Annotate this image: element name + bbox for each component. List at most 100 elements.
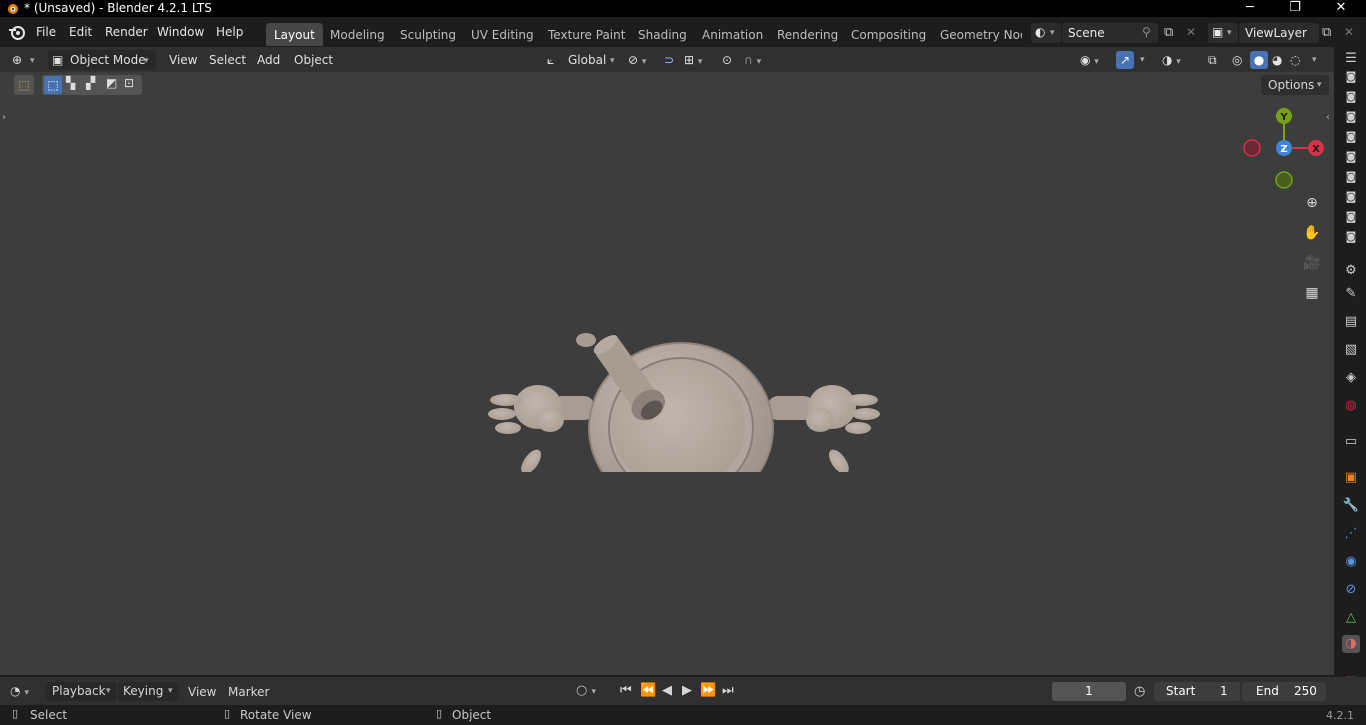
pan-hand-icon[interactable]: ✋: [1300, 222, 1324, 244]
tab-shading[interactable]: Shading: [638, 28, 687, 42]
delete-view-layer-icon[interactable]: ✕: [1344, 25, 1354, 39]
visibility-icon[interactable]: ◉ ▾: [1080, 50, 1099, 70]
xray-toggle-icon[interactable]: ⧉: [1208, 50, 1217, 70]
minimize-button[interactable]: ─: [1227, 0, 1273, 17]
auto-keying-icon[interactable]: ○ ▾: [576, 683, 596, 698]
select-tool-icon[interactable]: ⬚: [14, 75, 34, 95]
chevron-down-icon[interactable]: ▾: [1140, 50, 1145, 70]
end-frame-field[interactable]: End 250: [1242, 682, 1326, 701]
perspective-toggle-icon[interactable]: ▦: [1300, 282, 1324, 304]
delete-scene-icon[interactable]: ✕: [1186, 25, 1196, 39]
tab-geometry-nodes[interactable]: Geometry Node: [940, 28, 1022, 42]
maximize-button[interactable]: ❐: [1272, 0, 1318, 17]
options-dropdown[interactable]: Options ▾: [1261, 75, 1329, 95]
tab-animation[interactable]: Animation: [702, 28, 763, 42]
select-new-icon[interactable]: ⬚: [44, 76, 62, 94]
rendered-shading-icon[interactable]: ◌: [1290, 50, 1300, 70]
preview-range-icon[interactable]: ◷: [1134, 684, 1145, 699]
material-shading-icon[interactable]: ◕: [1272, 50, 1282, 70]
modifier-properties-icon[interactable]: 🔧: [1342, 497, 1360, 515]
overlays-icon[interactable]: ◑ ▾: [1162, 50, 1181, 70]
scene-properties-icon[interactable]: ◍: [1342, 397, 1360, 415]
select-subtract-icon[interactable]: ▞: [86, 76, 95, 90]
physics-properties-icon[interactable]: ◉: [1342, 553, 1360, 571]
blender-menu-icon[interactable]: [8, 24, 26, 40]
editor-type-selector[interactable]: ⊕ ▾: [10, 50, 40, 70]
play-reverse-icon[interactable]: ◀: [662, 683, 672, 698]
current-frame-field[interactable]: 1: [1052, 682, 1126, 701]
3d-model-object[interactable]: [480, 242, 890, 472]
render-visibility-icon[interactable]: ◙: [1342, 148, 1360, 166]
collection-properties-icon[interactable]: ▭: [1342, 433, 1360, 451]
tab-uv-editing[interactable]: UV Editing: [471, 28, 534, 42]
render-visibility-icon[interactable]: ◙: [1342, 208, 1360, 226]
keying-dropdown[interactable]: Keying ▾: [118, 682, 178, 701]
pivot-point-icon[interactable]: ⊘ ▾: [628, 50, 646, 70]
select-invert-icon[interactable]: ◩: [106, 76, 117, 90]
proportional-edit-icon[interactable]: ⊙: [722, 50, 732, 70]
gizmo-neg-y[interactable]: [1275, 171, 1293, 189]
scene-selector[interactable]: ◐ ▾: [1031, 23, 1061, 43]
navigation-gizmo[interactable]: Y X Z: [1236, 102, 1332, 198]
output-properties-icon[interactable]: ▧: [1342, 341, 1360, 359]
render-visibility-icon[interactable]: ◙: [1342, 108, 1360, 126]
outliner-icon[interactable]: ☰: [1342, 50, 1360, 68]
new-scene-icon[interactable]: ⧉: [1164, 25, 1173, 40]
solid-shading-icon[interactable]: ●: [1250, 51, 1268, 69]
jump-to-prev-keyframe-icon[interactable]: ⏪: [640, 683, 656, 698]
render-visibility-icon[interactable]: ◙: [1342, 188, 1360, 206]
render-visibility-icon[interactable]: ◙: [1342, 228, 1360, 246]
menu-edit[interactable]: Edit: [69, 25, 92, 39]
snap-target-icon[interactable]: ⊞ ▾: [684, 50, 702, 70]
properties-editor-icon[interactable]: ⚙: [1342, 262, 1360, 280]
select-intersect-icon[interactable]: ⊡: [124, 76, 134, 90]
menu-render[interactable]: Render: [105, 25, 148, 39]
tab-rendering[interactable]: Rendering: [777, 28, 838, 42]
falloff-icon[interactable]: ∩ ▾: [744, 50, 761, 70]
play-icon[interactable]: ▶: [682, 683, 692, 698]
start-frame-field[interactable]: Start 1: [1154, 682, 1240, 701]
tab-layout[interactable]: Layout: [266, 23, 323, 46]
jump-to-next-keyframe-icon[interactable]: ⏩: [700, 683, 716, 698]
timeline-menu-marker[interactable]: Marker: [228, 685, 269, 699]
tool-settings-icon[interactable]: ✎: [1342, 285, 1360, 303]
gizmo-neg-x[interactable]: [1243, 139, 1261, 157]
menu-view[interactable]: View: [169, 50, 197, 70]
jump-to-start-icon[interactable]: ⏮: [620, 683, 632, 698]
view-layer-name-field[interactable]: ViewLayer: [1239, 23, 1319, 43]
render-visibility-icon[interactable]: ◙: [1342, 88, 1360, 106]
tab-compositing[interactable]: Compositing: [851, 28, 926, 42]
menu-file[interactable]: File: [36, 25, 56, 39]
menu-select[interactable]: Select: [209, 50, 246, 70]
toolbar-expand-icon[interactable]: ›: [2, 112, 6, 123]
menu-window[interactable]: Window: [157, 25, 204, 39]
timeline-menu-view[interactable]: View: [188, 685, 216, 699]
gizmo-toggle-icon[interactable]: ↗: [1116, 51, 1134, 69]
render-visibility-icon[interactable]: ◙: [1342, 128, 1360, 146]
snap-toggle-icon[interactable]: ⊃: [664, 50, 674, 70]
render-visibility-icon[interactable]: ◙: [1342, 68, 1360, 86]
tab-texture-paint[interactable]: Texture Paint: [548, 28, 625, 42]
timeline-editor-type[interactable]: ◔ ▾: [10, 682, 40, 701]
particle-properties-icon[interactable]: ⋰: [1342, 525, 1360, 543]
material-properties-icon[interactable]: ◑: [1342, 635, 1360, 653]
menu-object[interactable]: Object: [294, 50, 333, 70]
data-properties-icon[interactable]: △: [1342, 609, 1360, 627]
3d-viewport[interactable]: ⬚ ⬚ ▚ ▞ ◩ ⊡ › Options ▾ ‹ Y X Z ⊕ ✋ 🎥 ▦: [0, 72, 1334, 675]
jump-to-end-icon[interactable]: ⏭: [722, 683, 734, 698]
constraint-properties-icon[interactable]: ⊘: [1342, 581, 1360, 599]
pin-icon[interactable]: ⚲: [1142, 25, 1151, 39]
new-view-layer-icon[interactable]: ⧉: [1322, 25, 1331, 40]
camera-view-icon[interactable]: 🎥: [1300, 252, 1324, 274]
menu-add[interactable]: Add: [257, 50, 280, 70]
close-button[interactable]: ✕: [1318, 0, 1364, 17]
select-extend-icon[interactable]: ▚: [66, 76, 75, 90]
transform-orientation-dropdown[interactable]: ⟀ Global ▾: [544, 50, 620, 70]
view-layer-properties-icon[interactable]: ◈: [1342, 369, 1360, 387]
tab-sculpting[interactable]: Sculpting: [400, 28, 456, 42]
object-properties-icon[interactable]: ▣: [1342, 469, 1360, 487]
playback-dropdown[interactable]: Playback ▾: [46, 682, 116, 701]
wireframe-shading-icon[interactable]: ◎: [1232, 50, 1242, 70]
render-visibility-icon[interactable]: ◙: [1342, 168, 1360, 186]
tab-modeling[interactable]: Modeling: [330, 28, 385, 42]
